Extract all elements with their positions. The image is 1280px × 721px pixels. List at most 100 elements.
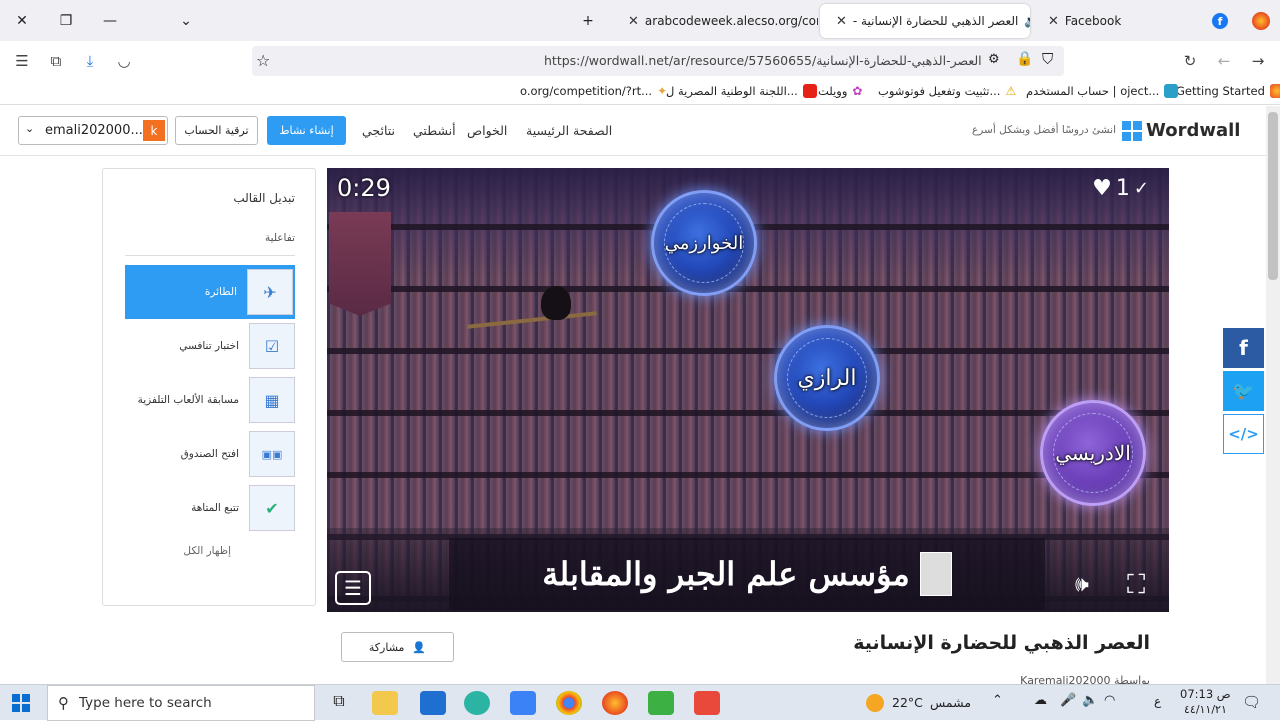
tab-label: Facebook [1064, 14, 1122, 28]
facebook-share-button[interactable]: f [1223, 328, 1264, 368]
nav-home[interactable]: الصفحة الرئيسية [526, 123, 612, 138]
wifi-icon[interactable]: ◠ [1104, 693, 1115, 708]
task-view-icon[interactable]: ⧉ [326, 691, 352, 715]
close-tab-icon[interactable]: ✕ [1048, 14, 1059, 29]
tab-wordwall[interactable]: ✕ العصر الذهبي للحضارة الإنسانية - 🔊 [820, 4, 1030, 38]
template-open-box[interactable]: افتح الصندوق ▣▣ [125, 429, 295, 479]
volume-icon[interactable]: 🕪 [1075, 572, 1089, 597]
chrome-icon[interactable] [556, 691, 582, 715]
tab-list-chevron-icon[interactable]: ⌄ [164, 0, 208, 41]
answer-orb-1[interactable]: الخوارزمي [651, 190, 757, 296]
share-button[interactable]: مشاركة 👤 [341, 632, 454, 662]
restore-window-icon[interactable]: ❐ [44, 0, 88, 41]
bookmark-national-committee[interactable]: اللجنة الوطنية المصرية ل... [666, 84, 817, 98]
template-quiz[interactable]: اختبار تنافسي ☑ [125, 321, 295, 371]
minimize-window-icon[interactable]: — [88, 0, 132, 41]
store-icon[interactable] [510, 691, 536, 715]
template-maze[interactable]: تتبع المتاهة ✔ [125, 483, 295, 533]
lock-icon[interactable]: 🔒 [1016, 51, 1033, 67]
nav-bar: ☰ ⧉ ⤓ ◡ ☆ https://wordwall.net/ar/resour… [0, 41, 1280, 81]
wordwall-logo[interactable]: Wordwall [1122, 120, 1240, 141]
embed-button[interactable]: </> [1223, 414, 1264, 454]
answer-orb-3[interactable]: الادريسي [1040, 400, 1146, 506]
close-tab-icon[interactable]: ✕ [628, 14, 639, 29]
template-gameshow[interactable]: مسابقة الألعاب التلفزية ▦ [125, 375, 295, 425]
reload-icon[interactable]: ↻ [1172, 41, 1208, 81]
facebook-icon: f [1212, 13, 1228, 29]
tagline: انشئ دروسًا أفضل وبشكل أسرع [972, 124, 1117, 136]
notifications-icon[interactable]: 🗨 [1242, 693, 1261, 711]
answer-label: الخوارزمي [664, 232, 744, 254]
user-menu[interactable]: ⌄ emali202000... k [18, 116, 168, 145]
timer: 0:29 [337, 174, 391, 202]
shield-icon[interactable]: ⛉ [1042, 50, 1053, 68]
upgrade-account-button[interactable]: ترقية الحساب [175, 116, 258, 145]
close-tab-icon[interactable]: ✕ [836, 14, 847, 29]
game-canvas[interactable]: 0:29 ♥ 1 ✓ الخوارزمي الرازي الادريسي مؤس… [327, 168, 1169, 612]
maze-icon: ✔ [249, 485, 295, 531]
tab-arabcodeweek[interactable]: ✕ arabcodeweek.alecso.org/com ✦ [612, 4, 818, 38]
bookmark-label: وويلت [818, 84, 848, 98]
bookmark-competition[interactable]: o.org/competition/?rt... ✦ [520, 84, 667, 98]
tab-label: العصر الذهبي للحضارة الإنسانية - [852, 14, 1019, 28]
extensions-icon[interactable]: ⧉ [38, 41, 74, 81]
cloud-icon[interactable]: ☁ [1034, 693, 1047, 708]
bookmark-wallet[interactable]: وويلت ✿ [818, 84, 862, 98]
permissions-icon[interactable]: ⚙ [988, 52, 1000, 67]
clock-date[interactable]: ٤٤/١١/٢١ [1184, 703, 1227, 716]
scrollbar-thumb[interactable] [1268, 112, 1278, 280]
clock-time[interactable]: 07:13 ص [1180, 687, 1231, 701]
taskbar: ⚲ Type here to search ⧉ 22°C مشمس ⌃ ☁ 🎤 … [0, 684, 1280, 721]
close-window-icon[interactable]: ✕ [0, 0, 44, 41]
weather-temp[interactable]: 22°C [892, 695, 923, 710]
section-label: تفاعلية [265, 232, 295, 244]
twitter-share-button[interactable]: 🐦 [1223, 371, 1264, 411]
language-indicator[interactable]: ع [1154, 694, 1161, 708]
warning-icon: ⚠ [1005, 84, 1017, 98]
microphone-icon[interactable]: 🎤 [1060, 693, 1076, 708]
question-bar: مؤسس علم الجبر والمقابلة [449, 538, 1045, 610]
nav-features[interactable]: الخواص [467, 123, 507, 138]
url-bar[interactable]: ☆ https://wordwall.net/ar/resource/57560… [252, 46, 1064, 76]
cat-icon [541, 286, 571, 320]
bookmark-getting-started[interactable]: Getting Started [1176, 84, 1280, 98]
back-icon[interactable]: ← [1206, 41, 1242, 81]
show-all-link[interactable]: إظهار الكل [183, 545, 231, 557]
create-activity-button[interactable]: إنشاء نشاط [267, 116, 346, 145]
forward-icon[interactable]: → [1240, 41, 1276, 81]
volume-icon[interactable]: 🔈 [1082, 693, 1098, 708]
camtasia-red-icon[interactable] [694, 691, 720, 715]
firefox-icon[interactable] [1252, 12, 1270, 30]
template-airplane[interactable]: الطائرة ✈ [125, 265, 295, 319]
bookmarks-bar: Getting Started حساب المستخدم | oject...… [0, 81, 1280, 105]
answer-orb-2[interactable]: الرازي [774, 325, 880, 431]
url-text[interactable]: https://wordwall.net/ar/resource/5756065… [544, 53, 982, 68]
windows-start-icon[interactable] [12, 694, 30, 712]
weather-label[interactable]: مشمس [930, 695, 971, 710]
bookmark-photoshop[interactable]: تثبيت وتفعيل فوتوشوب... ⚠ [878, 84, 1016, 98]
portrait-icon [919, 552, 952, 596]
edge-icon[interactable] [464, 691, 490, 715]
camtasia-green-icon[interactable] [648, 691, 674, 715]
bookmark-star-icon[interactable]: ☆ [256, 51, 270, 70]
bookmark-account[interactable]: حساب المستخدم | oject... [1026, 84, 1179, 98]
mail-icon[interactable] [420, 691, 446, 715]
question-text: مؤسس علم الجبر والمقابلة [542, 555, 910, 593]
new-tab-button[interactable]: + [566, 0, 610, 41]
menu-icon[interactable]: ☰ [4, 41, 40, 81]
nav-my-results[interactable]: نتائجي [362, 123, 395, 138]
chevron-down-icon: ⌄ [25, 122, 35, 135]
tab-facebook[interactable]: ✕ Facebook f [1032, 4, 1238, 38]
fullscreen-icon[interactable]: ⛶ [1127, 570, 1145, 601]
chevron-up-icon[interactable]: ⌃ [992, 693, 1003, 708]
speaker-icon: 🔊 [1024, 14, 1030, 28]
firefox-icon[interactable] [602, 691, 628, 715]
file-explorer-icon[interactable] [372, 691, 398, 715]
game-menu-icon[interactable]: ☰ [335, 571, 371, 605]
nav-my-activities[interactable]: أنشطتي [413, 123, 456, 138]
search-icon: ⚲ [58, 694, 69, 712]
download-icon[interactable]: ⤓ [72, 41, 108, 81]
pocket-icon[interactable]: ◡ [106, 41, 142, 81]
taskbar-search[interactable]: ⚲ Type here to search [47, 685, 315, 721]
page-scrollbar[interactable] [1266, 106, 1280, 684]
